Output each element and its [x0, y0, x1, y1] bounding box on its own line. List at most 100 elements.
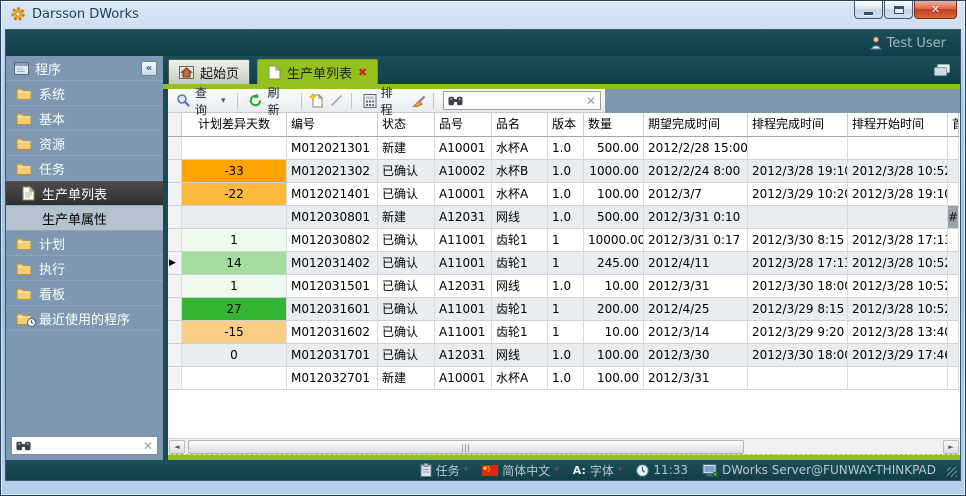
cell-due-time[interactable]: 2012/3/31 — [644, 367, 748, 390]
task-dropdown[interactable]: 任务 ▾ — [420, 462, 469, 479]
cell-due-time[interactable]: 2012/4/11 — [644, 252, 748, 275]
resize-grip[interactable] — [947, 467, 957, 477]
tab-orders[interactable]: 生产单列表 ✖ — [257, 59, 378, 84]
cell-diff-days[interactable]: 0 — [182, 344, 287, 367]
cell-clipped[interactable] — [948, 298, 959, 321]
sidebar-item[interactable]: 基本 — [6, 106, 163, 131]
row-selector[interactable] — [168, 367, 182, 390]
sidebar-item[interactable]: 执行 — [6, 256, 163, 281]
col-header-version[interactable]: 版本 — [548, 113, 584, 137]
close-button[interactable]: ✕ — [914, 1, 957, 19]
col-header-due-time[interactable]: 期望完成时间 — [644, 113, 748, 137]
cell-clipped[interactable] — [948, 183, 959, 206]
cell-part-no[interactable]: A11001 — [435, 298, 492, 321]
cell-sched-start[interactable]: 2012/3/28 13:40 — [848, 321, 948, 344]
tab-home[interactable]: 起始页 — [168, 59, 250, 84]
cell-version[interactable]: 1.0 — [548, 206, 584, 229]
horizontal-scrollbar[interactable]: ◄ ► — [168, 438, 960, 454]
cell-part-name[interactable]: 网线 — [492, 206, 548, 229]
cell-status[interactable]: 已确认 — [378, 344, 435, 367]
cell-status[interactable]: 已确认 — [378, 275, 435, 298]
cell-clipped[interactable] — [948, 229, 959, 252]
cell-status[interactable]: 新建 — [378, 137, 435, 160]
cell-clipped[interactable] — [948, 160, 959, 183]
cell-code[interactable]: M012031602 — [287, 321, 378, 344]
cell-code[interactable]: M012031402 — [287, 252, 378, 275]
cell-diff-days[interactable]: -22 — [182, 183, 287, 206]
cell-quantity[interactable]: 100.00 — [584, 344, 644, 367]
cell-due-time[interactable]: 2012/4/25 — [644, 298, 748, 321]
cell-sched-start[interactable] — [848, 367, 948, 390]
cell-clipped[interactable] — [948, 275, 959, 298]
cell-diff-days[interactable] — [182, 206, 287, 229]
cell-status[interactable]: 已确认 — [378, 183, 435, 206]
cell-code[interactable]: M012031501 — [287, 275, 378, 298]
grid-search-input[interactable] — [467, 94, 582, 108]
cell-sched-start[interactable]: 2012/3/28 10:52 — [848, 252, 948, 275]
sidebar-item[interactable]: 看板 — [6, 281, 163, 306]
table-row[interactable]: -33 M012021302 已确认 A10002 水杯B 1.0 1000.0… — [168, 160, 960, 183]
maximize-button[interactable] — [884, 1, 913, 19]
cell-version[interactable]: 1.0 — [548, 137, 584, 160]
cell-sched-end[interactable]: 2012/3/29 9:20 — [748, 321, 848, 344]
sidebar-item[interactable]: 生产单属性 — [6, 206, 163, 231]
scroll-left-button[interactable]: ◄ — [169, 440, 185, 454]
window-list-icon[interactable] — [934, 62, 950, 81]
cell-status[interactable]: 已确认 — [378, 252, 435, 275]
cell-diff-days[interactable] — [182, 137, 287, 160]
sidebar-item[interactable]: 任务 — [6, 156, 163, 181]
sidebar-item[interactable]: 最近使用的程序 — [6, 306, 163, 331]
cell-sched-end[interactable] — [748, 137, 848, 160]
row-selector[interactable] — [168, 137, 182, 160]
scroll-right-button[interactable]: ► — [943, 440, 959, 454]
table-row[interactable]: 0 M012031701 已确认 A12031 网线 1.0 100.00 20… — [168, 344, 960, 367]
row-selector[interactable]: ▶ — [168, 252, 182, 275]
cell-part-no[interactable]: A10001 — [435, 137, 492, 160]
row-selector[interactable] — [168, 183, 182, 206]
table-row[interactable]: M012032701 新建 A10001 水杯A 1.0 100.00 2012… — [168, 367, 960, 390]
cell-part-no[interactable]: A10002 — [435, 160, 492, 183]
cell-version[interactable]: 1 — [548, 252, 584, 275]
cell-part-no[interactable]: A12031 — [435, 275, 492, 298]
cell-sched-start[interactable] — [848, 137, 948, 160]
cell-part-name[interactable]: 水杯B — [492, 160, 548, 183]
cell-sched-end[interactable]: 2012/3/30 18:00 — [748, 344, 848, 367]
sidebar-search-input[interactable] — [35, 439, 139, 453]
cell-quantity[interactable]: 245.00 — [584, 252, 644, 275]
refresh-button[interactable]: 刷新 — [244, 83, 293, 119]
cell-clipped[interactable] — [948, 344, 959, 367]
cell-diff-days[interactable]: 14 — [182, 252, 287, 275]
cell-version[interactable]: 1.0 — [548, 367, 584, 390]
cell-sched-start[interactable]: 2012/3/28 17:13 — [848, 229, 948, 252]
table-row[interactable]: M012021301 新建 A10001 水杯A 1.0 500.00 2012… — [168, 137, 960, 160]
cell-quantity[interactable]: 10000.00 — [584, 229, 644, 252]
col-header-sched-start[interactable]: 排程开始时间 — [848, 113, 948, 137]
cell-sched-start[interactable]: 2012/3/28 19:10 — [848, 183, 948, 206]
cell-part-no[interactable]: A12031 — [435, 344, 492, 367]
col-header-part-name[interactable]: 品名 — [492, 113, 548, 137]
table-row[interactable]: 1 M012030802 已确认 A11001 齿轮1 1 10000.00 2… — [168, 229, 960, 252]
cell-status[interactable]: 已确认 — [378, 229, 435, 252]
cell-code[interactable]: M012031601 — [287, 298, 378, 321]
cell-status[interactable]: 已确认 — [378, 160, 435, 183]
cell-code[interactable]: M012021302 — [287, 160, 378, 183]
cell-clipped[interactable] — [948, 137, 959, 160]
cell-code[interactable]: M012030801 — [287, 206, 378, 229]
cell-part-name[interactable]: 齿轮1 — [492, 298, 548, 321]
row-selector[interactable] — [168, 344, 182, 367]
table-row[interactable]: M012030801 新建 A12031 网线 1.0 500.00 2012/… — [168, 206, 960, 229]
minimize-button[interactable] — [854, 1, 883, 19]
cell-sched-end[interactable] — [748, 206, 848, 229]
cell-sched-end[interactable] — [748, 367, 848, 390]
cell-status[interactable]: 已确认 — [378, 321, 435, 344]
cell-due-time[interactable]: 2012/2/24 8:00 — [644, 160, 748, 183]
cell-diff-days[interactable]: 1 — [182, 275, 287, 298]
sidebar-collapse-button[interactable]: « — [141, 61, 157, 76]
cell-version[interactable]: 1 — [548, 321, 584, 344]
table-row[interactable]: -22 M012021401 已确认 A10001 水杯A 1.0 100.00… — [168, 183, 960, 206]
row-selector[interactable] — [168, 160, 182, 183]
cell-part-name[interactable]: 齿轮1 — [492, 252, 548, 275]
cell-part-no[interactable]: A12031 — [435, 206, 492, 229]
cell-part-name[interactable]: 齿轮1 — [492, 321, 548, 344]
cell-due-time[interactable]: 2012/3/7 — [644, 183, 748, 206]
